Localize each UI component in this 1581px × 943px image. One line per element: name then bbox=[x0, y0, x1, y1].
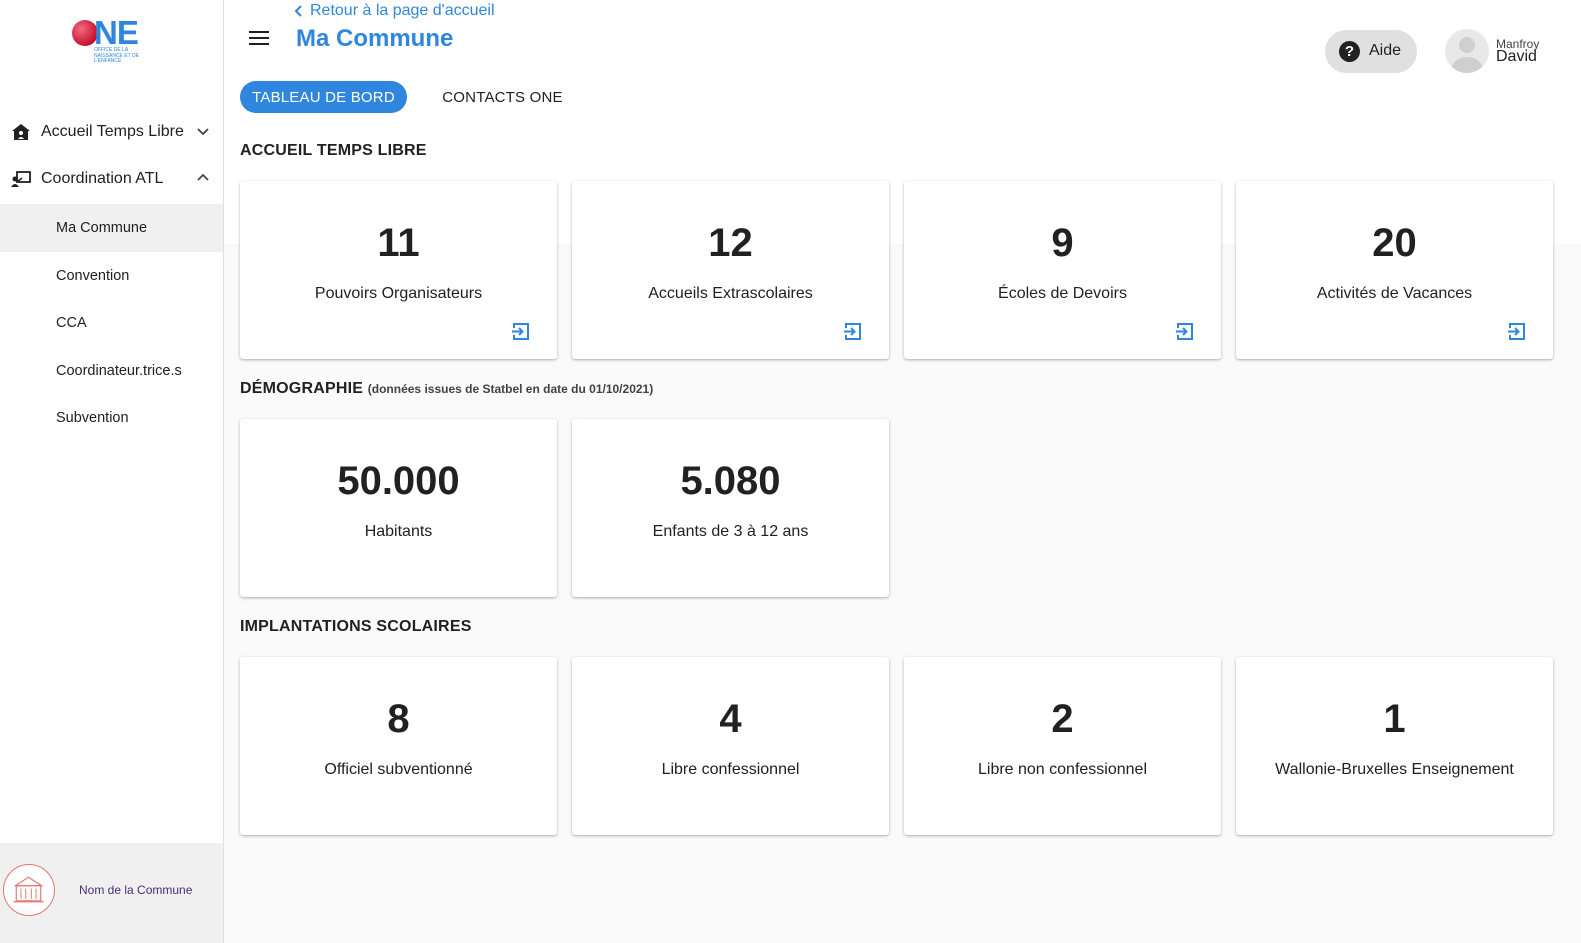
stat-label: Enfants de 3 à 12 ans bbox=[652, 523, 809, 540]
stat-value: 8 bbox=[387, 697, 410, 741]
logo-subtitle: OFFICE DE LA NAISSANCE ET DE L'ENFANCE bbox=[94, 47, 139, 64]
open-link-icon[interactable] bbox=[1506, 321, 1527, 342]
question-icon: ? bbox=[1339, 41, 1360, 62]
stat-card-wallonie-bruxelles: 1 Wallonie-Bruxelles Enseignement bbox=[1236, 657, 1553, 835]
stat-value: 5.080 bbox=[680, 459, 781, 503]
sidebar-item-label: CCA bbox=[56, 315, 87, 331]
stat-card-habitants: 50.000 Habitants bbox=[240, 419, 557, 597]
stat-card-officiel-subventionne: 8 Officiel subventionné bbox=[240, 657, 557, 835]
sidebar-group-coordination-atl[interactable]: Coordination ATL bbox=[0, 156, 224, 202]
stat-card-accueils-extrascolaires: 12 Accueils Extrascolaires bbox=[572, 181, 889, 359]
avatar[interactable] bbox=[1445, 29, 1489, 73]
sidebar-group-accueil-temps-libre[interactable]: Accueil Temps Libre bbox=[0, 109, 224, 155]
sidebar-item-ma-commune[interactable]: Ma Commune bbox=[0, 204, 223, 252]
sidebar-item-label: Subvention bbox=[56, 410, 129, 426]
stat-label: Habitants bbox=[364, 523, 433, 540]
chevron-left-icon bbox=[294, 5, 302, 17]
stat-value: 50.000 bbox=[337, 459, 460, 503]
back-link-label: Retour à la page d'accueil bbox=[310, 2, 495, 19]
section-title-implantations: IMPLANTATIONS SCOLAIRES bbox=[240, 618, 472, 635]
stat-card-enfants: 5.080 Enfants de 3 à 12 ans bbox=[572, 419, 889, 597]
stat-label: Accueils Extrascolaires bbox=[648, 285, 813, 302]
sidebar-group-label: Coordination ATL bbox=[41, 170, 164, 187]
chevron-down-icon bbox=[197, 128, 209, 136]
sidebar-item-convention[interactable]: Convention bbox=[0, 252, 223, 300]
menu-icon[interactable] bbox=[249, 31, 269, 47]
stat-value: 12 bbox=[708, 221, 753, 265]
town-hall-icon bbox=[13, 876, 44, 903]
stat-value: 9 bbox=[1051, 221, 1074, 265]
stat-value: 11 bbox=[377, 221, 420, 265]
section-title-atl: ACCUEIL TEMPS LIBRE bbox=[240, 142, 427, 159]
stat-label: Officiel subventionné bbox=[324, 761, 473, 778]
sidebar-item-label: Ma Commune bbox=[56, 220, 148, 236]
back-link[interactable]: Retour à la page d'accueil bbox=[294, 2, 495, 20]
help-button-label: Aide bbox=[1369, 42, 1402, 59]
stat-value: 4 bbox=[719, 697, 742, 741]
open-link-icon[interactable] bbox=[1174, 321, 1195, 342]
stat-label: Libre confessionnel bbox=[661, 761, 800, 778]
tab-contacts-one[interactable]: CONTACTS ONE bbox=[430, 81, 575, 113]
commune-building-icon bbox=[3, 864, 55, 916]
commune-footer[interactable]: Nom de la Commune bbox=[0, 843, 223, 943]
tab-tableau-de-bord[interactable]: TABLEAU DE BORD bbox=[240, 81, 407, 113]
stat-label: Activités de Vacances bbox=[1316, 285, 1473, 302]
stat-card-libre-confessionnel: 4 Libre confessionnel bbox=[572, 657, 889, 835]
page-title: Ma Commune bbox=[296, 25, 454, 52]
stat-label: Wallonie-Bruxelles Enseignement bbox=[1275, 761, 1514, 778]
stat-value: 20 bbox=[1372, 221, 1417, 265]
help-button[interactable]: ? Aide bbox=[1325, 30, 1417, 73]
house-child-icon bbox=[12, 124, 30, 140]
teacher-board-icon bbox=[11, 171, 31, 187]
user-last-name: David bbox=[1496, 48, 1537, 65]
commune-name: Nom de la Commune bbox=[79, 883, 193, 897]
sidebar-item-label: Coordinateur.trice.s bbox=[56, 363, 182, 379]
sidebar-item-label: Convention bbox=[56, 268, 130, 284]
stat-card-libre-non-confessionnel: 2 Libre non confessionnel bbox=[904, 657, 1221, 835]
section-note: (données issues de Statbel en date du 01… bbox=[367, 382, 654, 396]
one-logo[interactable]: NE OFFICE DE LA NAISSANCE ET DE L'ENFANC… bbox=[70, 14, 150, 68]
sidebar-group-label: Accueil Temps Libre bbox=[41, 123, 184, 140]
stat-card-ecoles-de-devoirs: 9 Écoles de Devoirs bbox=[904, 181, 1221, 359]
sidebar-item-cca[interactable]: CCA bbox=[0, 299, 223, 347]
sidebar-item-coordinateurs[interactable]: Coordinateur.trice.s bbox=[0, 347, 223, 395]
stat-value: 1 bbox=[1383, 697, 1406, 741]
open-link-icon[interactable] bbox=[510, 321, 531, 342]
stat-label: Libre non confessionnel bbox=[977, 761, 1147, 778]
stat-label: Pouvoirs Organisateurs bbox=[314, 285, 483, 302]
stat-card-activites-de-vacances: 20 Activités de Vacances bbox=[1236, 181, 1553, 359]
section-title-demographie: DÉMOGRAPHIE (données issues de Statbel e… bbox=[240, 380, 653, 398]
sidebar-item-subvention[interactable]: Subvention bbox=[0, 394, 223, 442]
sidebar: NE OFFICE DE LA NAISSANCE ET DE L'ENFANC… bbox=[0, 0, 224, 943]
stat-card-pouvoirs-organisateurs: 11 Pouvoirs Organisateurs bbox=[240, 181, 557, 359]
open-link-icon[interactable] bbox=[842, 321, 863, 342]
stat-label: Écoles de Devoirs bbox=[998, 285, 1127, 302]
chevron-up-icon bbox=[197, 173, 209, 181]
stat-value: 2 bbox=[1051, 697, 1074, 741]
section-title-text: DÉMOGRAPHIE bbox=[240, 380, 364, 397]
